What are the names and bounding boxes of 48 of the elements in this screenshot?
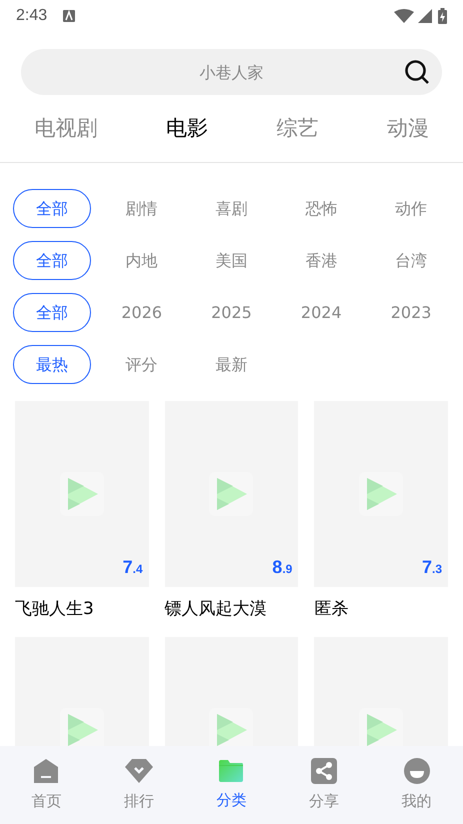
filter-option[interactable]: 全部: [13, 293, 91, 332]
nav-tab[interactable]: 分享: [278, 758, 370, 812]
filter-option[interactable]: 剧情: [102, 189, 181, 228]
signal-icon: [418, 9, 432, 23]
smiley-icon: [404, 758, 430, 784]
filter-option[interactable]: 2024: [282, 293, 360, 332]
filter-option[interactable]: 全部: [13, 241, 91, 280]
filter-option[interactable]: 喜剧: [192, 189, 270, 228]
movie-title[interactable]: 镖人风起大漠: [164, 597, 298, 621]
poster-placeholder[interactable]: 7.3: [314, 401, 448, 587]
share-icon: [311, 758, 338, 784]
rating: 7.4: [122, 556, 143, 579]
nav-tab[interactable]: 分类: [185, 758, 278, 812]
nav-tab[interactable]: 排行: [92, 758, 186, 812]
filter-option[interactable]: 全部: [13, 189, 91, 228]
folder-icon: [218, 758, 244, 783]
diamond-icon: [124, 758, 154, 784]
search-icon[interactable]: [404, 59, 430, 85]
category-tab[interactable]: 综艺: [276, 112, 318, 144]
filter-option[interactable]: 香港: [282, 241, 360, 280]
rating: 8.9: [272, 556, 292, 579]
nav-tab[interactable]: 首页: [0, 758, 93, 812]
poster-placeholder[interactable]: 7.4: [15, 401, 149, 587]
nav-tab[interactable]: 我的: [370, 758, 463, 812]
movie-title[interactable]: 飞驰人生3: [15, 597, 149, 621]
wifi-icon: [394, 9, 414, 23]
poster-placeholder[interactable]: 8.9: [164, 401, 298, 587]
status-time: 2:43: [16, 6, 48, 26]
filter-option[interactable]: 台湾: [372, 241, 450, 280]
category-tab[interactable]: 电影: [166, 112, 208, 144]
filter-option[interactable]: 恐怖: [282, 189, 360, 228]
search-field[interactable]: 小巷人家: [21, 49, 442, 95]
notification-icon: [63, 10, 76, 22]
filter-option[interactable]: 2023: [372, 293, 450, 332]
movie-title[interactable]: 匿杀: [314, 597, 448, 621]
battery-icon: [438, 8, 447, 24]
filter-option[interactable]: 2025: [192, 293, 270, 332]
category-tab[interactable]: 动漫: [386, 112, 429, 144]
rating: 7.3: [422, 556, 442, 579]
filter-option[interactable]: 最新: [192, 345, 270, 384]
home-icon: [33, 758, 60, 784]
filter-option[interactable]: 动作: [372, 189, 450, 228]
filter-option[interactable]: 美国: [192, 241, 270, 280]
filter-option[interactable]: 评分: [102, 345, 181, 384]
filter-option[interactable]: 2026: [102, 293, 181, 332]
category-tab[interactable]: 电视剧: [34, 112, 98, 144]
filter-option[interactable]: 内地: [102, 241, 181, 280]
filter-option[interactable]: 最热: [13, 345, 91, 384]
